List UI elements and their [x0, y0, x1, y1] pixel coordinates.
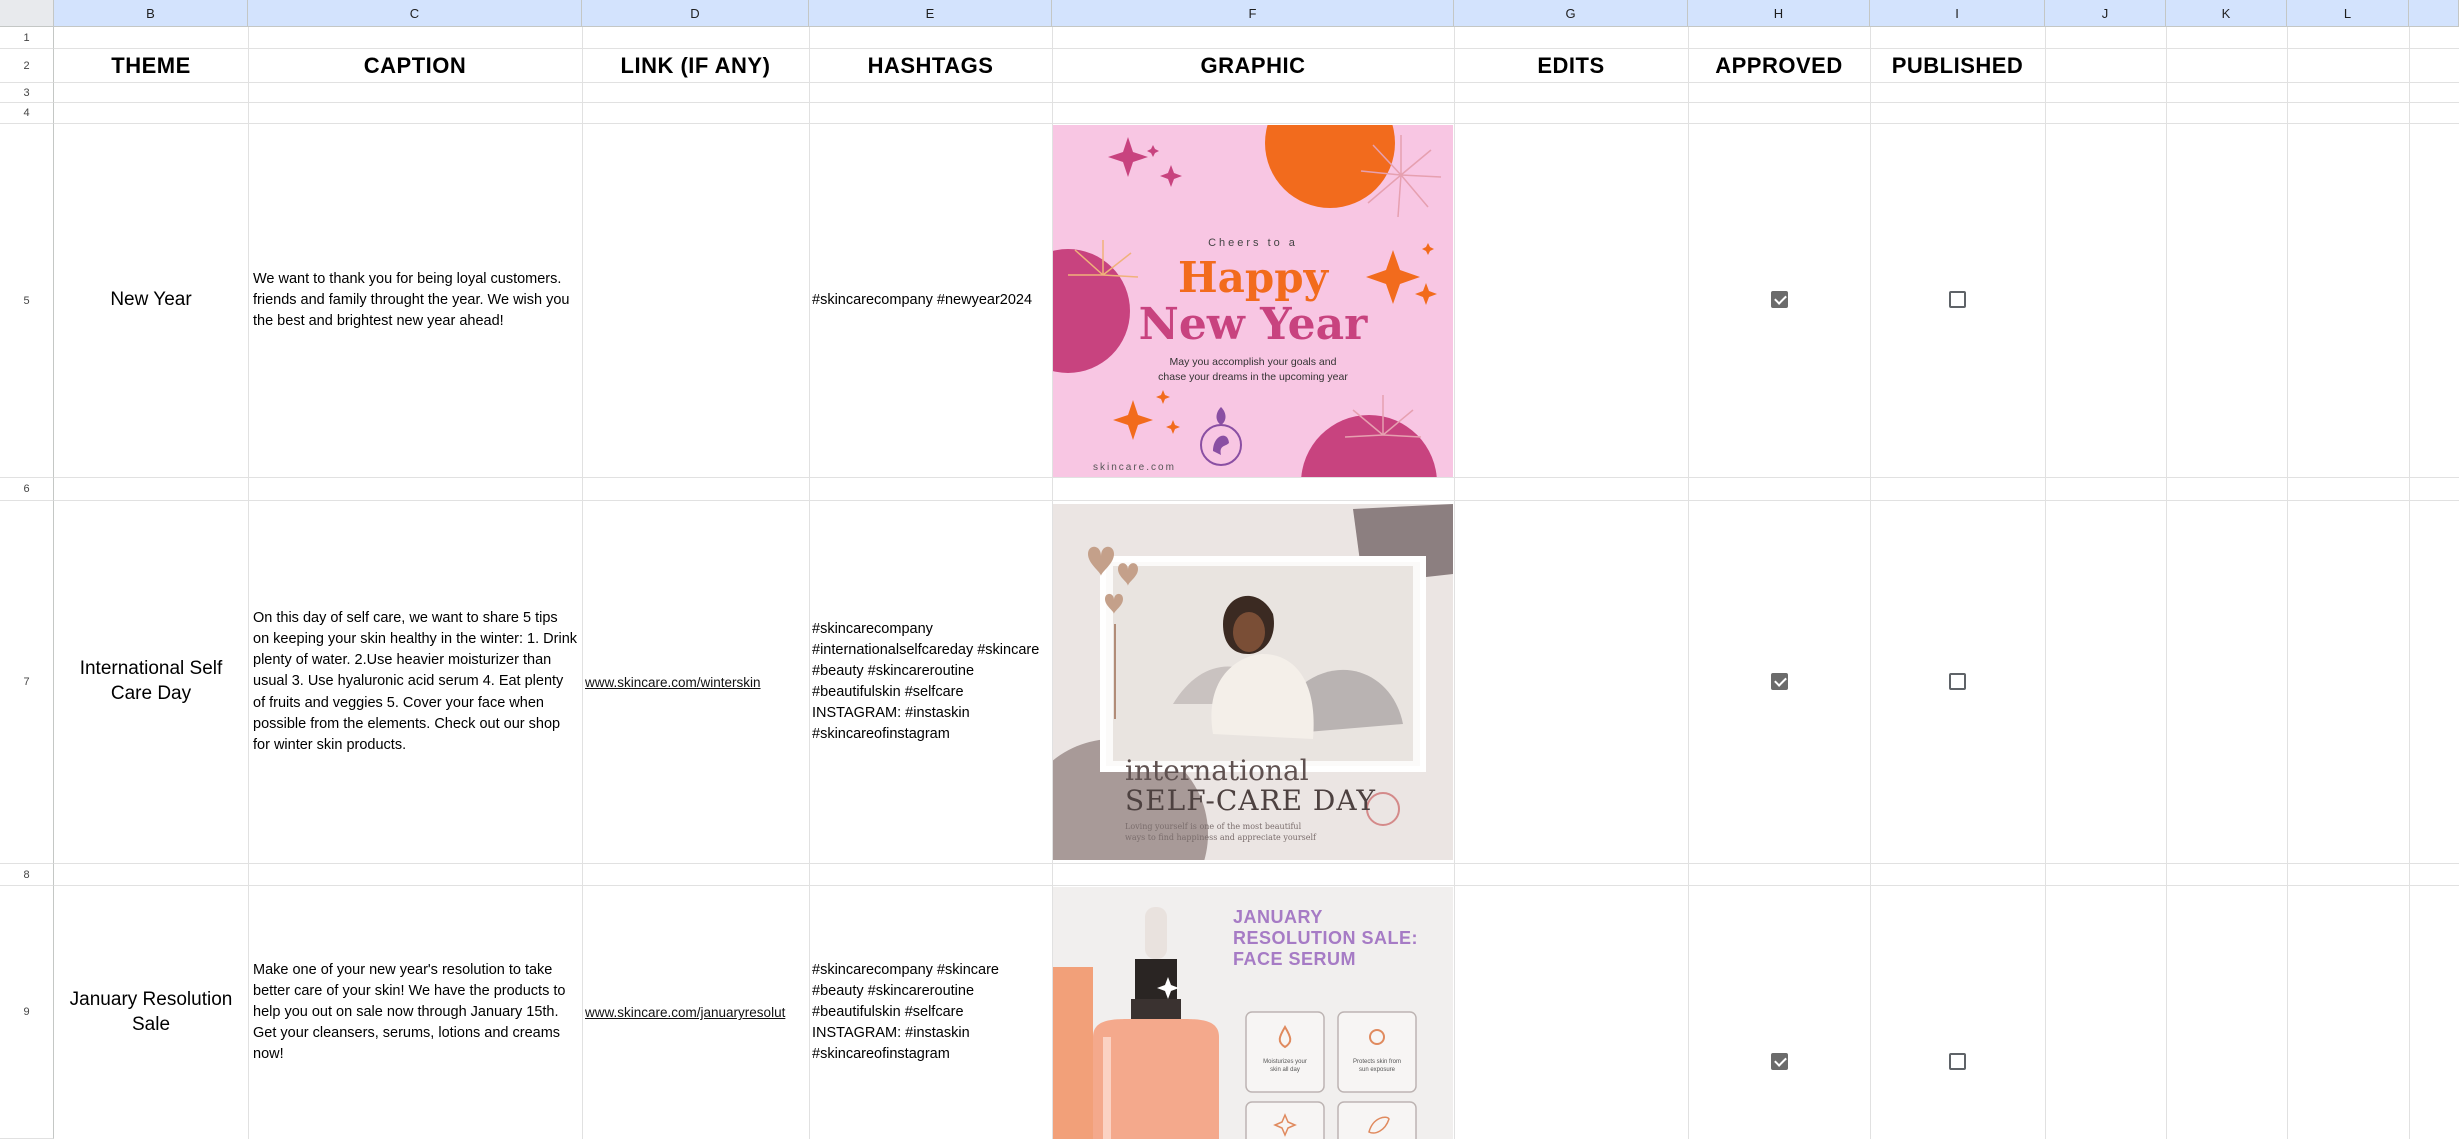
- graphic-sub-text-1: Loving yourself is one of the most beaut…: [1125, 822, 1302, 831]
- approved-checkbox[interactable]: [1771, 673, 1788, 690]
- graphic-feature-2b: sun exposure: [1358, 1067, 1396, 1073]
- grid-line: [1688, 27, 1689, 1139]
- link-cell[interactable]: www.skincare.com/winterskin: [582, 501, 809, 863]
- column-header-e[interactable]: E: [809, 0, 1052, 27]
- row-header-9[interactable]: 9: [0, 886, 54, 1139]
- column-header-b[interactable]: B: [54, 0, 248, 27]
- graphic-feature-1a: Moisturizes your: [1263, 1059, 1307, 1065]
- header-caption[interactable]: CAPTION: [248, 49, 582, 82]
- published-checkbox[interactable]: [1949, 673, 1966, 690]
- column-header-l[interactable]: L: [2287, 0, 2409, 27]
- column-header-overflow: [2409, 0, 2459, 27]
- caption-cell[interactable]: On this day of self care, we want to sha…: [248, 501, 582, 863]
- header-graphic[interactable]: GRAPHIC: [1052, 49, 1454, 82]
- grid-line: [54, 102, 2459, 103]
- row-header-4[interactable]: 4: [0, 103, 54, 124]
- grid-line: [2166, 27, 2167, 1139]
- hashtags-cell[interactable]: #skincarecompany #skincare #beauty #skin…: [809, 886, 1052, 1139]
- caption-cell[interactable]: Make one of your new year's resolution t…: [248, 886, 582, 1139]
- graphic-happy-text: Happy: [1177, 253, 1329, 302]
- approved-checkbox[interactable]: [1771, 1053, 1788, 1070]
- approved-checkbox[interactable]: [1771, 291, 1788, 308]
- grid-line: [2409, 27, 2410, 1139]
- resolution-sale-graphic[interactable]: JANUARY RESOLUTION SALE: FACE SERUM Mois…: [1053, 887, 1453, 1139]
- grid-line: [54, 82, 2459, 83]
- column-header-c[interactable]: C: [248, 0, 582, 27]
- grid-line: [2287, 27, 2288, 1139]
- theme-cell[interactable]: International Self Care Day: [54, 501, 248, 863]
- grid-line: [1870, 27, 1871, 1139]
- new-year-graphic[interactable]: Cheers to a Happy New Year May you accom…: [1053, 125, 1453, 477]
- link-text[interactable]: www.skincare.com/januaryresolut: [585, 1005, 785, 1020]
- row-header-6[interactable]: 6: [0, 478, 54, 501]
- edits-cell[interactable]: [1454, 886, 1688, 1139]
- header-edits[interactable]: EDITS: [1454, 49, 1688, 82]
- graphic-title-line-2: RESOLUTION SALE:: [1233, 928, 1419, 948]
- caption-cell[interactable]: We want to thank you for being loyal cus…: [248, 124, 582, 477]
- header-hashtags[interactable]: HASHTAGS: [809, 49, 1052, 82]
- link-cell[interactable]: www.skincare.com/januaryresolut: [582, 886, 809, 1139]
- grid-line: [2045, 27, 2046, 1139]
- row-header-3[interactable]: 3: [0, 83, 54, 103]
- graphic-sub-text-1: May you accomplish your goals and: [1169, 356, 1337, 368]
- column-header-g[interactable]: G: [1454, 0, 1688, 27]
- spreadsheet: B C D E F G H I J K L 1 2 3 4 5 6 7 8 9 …: [0, 0, 2459, 1139]
- edits-cell[interactable]: [1454, 124, 1688, 477]
- link-text[interactable]: www.skincare.com/winterskin: [585, 675, 761, 690]
- theme-cell[interactable]: New Year: [54, 124, 248, 477]
- header-approved[interactable]: APPROVED: [1688, 49, 1870, 82]
- row-header-2[interactable]: 2: [0, 49, 54, 83]
- published-checkbox[interactable]: [1949, 291, 1966, 308]
- column-header-i[interactable]: I: [1870, 0, 2045, 27]
- published-checkbox[interactable]: [1949, 1053, 1966, 1070]
- self-care-day-graphic[interactable]: international SELF-CARE DAY Loving yours…: [1053, 504, 1453, 860]
- select-all-corner[interactable]: [0, 0, 54, 27]
- graphic-international-text: international: [1125, 754, 1309, 787]
- header-published[interactable]: PUBLISHED: [1870, 49, 2045, 82]
- graphic-sub-text-2: ways to find happiness and appreciate yo…: [1125, 833, 1317, 842]
- graphic-new-year-text: New Year: [1138, 299, 1368, 350]
- column-header-k[interactable]: K: [2166, 0, 2287, 27]
- graphic-feature-1b: skin all day: [1270, 1067, 1300, 1073]
- column-header-h[interactable]: H: [1688, 0, 1870, 27]
- grid-line: [54, 477, 2459, 478]
- grid-line: [54, 863, 2459, 864]
- row-header-1[interactable]: 1: [0, 27, 54, 49]
- theme-cell[interactable]: January Resolution Sale: [54, 886, 248, 1139]
- row-header-5[interactable]: 5: [0, 124, 54, 478]
- graphic-small-text: Cheers to a: [1208, 237, 1298, 249]
- row-header-7[interactable]: 7: [0, 501, 54, 864]
- graphic-title-line-3: FACE SERUM: [1233, 949, 1357, 969]
- graphic-feature-2a: Protects skin from: [1352, 1059, 1401, 1065]
- hashtags-cell[interactable]: #skincarecompany #internationalselfcared…: [809, 501, 1052, 863]
- hashtags-cell[interactable]: #skincarecompany #newyear2024: [809, 124, 1052, 477]
- column-header-f[interactable]: F: [1052, 0, 1454, 27]
- link-cell[interactable]: [582, 124, 809, 477]
- header-theme[interactable]: THEME: [54, 49, 248, 82]
- graphic-title-line-1: JANUARY: [1233, 907, 1323, 927]
- row-header-8[interactable]: 8: [0, 864, 54, 886]
- edits-cell[interactable]: [1454, 501, 1688, 863]
- graphic-footer-text: skincare.com: [1093, 462, 1176, 473]
- column-header-j[interactable]: J: [2045, 0, 2166, 27]
- graphic-sub-text-2: chase your dreams in the upcoming year: [1158, 371, 1348, 383]
- column-header-d[interactable]: D: [582, 0, 809, 27]
- header-link[interactable]: LINK (IF ANY): [582, 49, 809, 82]
- graphic-self-care-text: SELF-CARE DAY: [1125, 784, 1376, 817]
